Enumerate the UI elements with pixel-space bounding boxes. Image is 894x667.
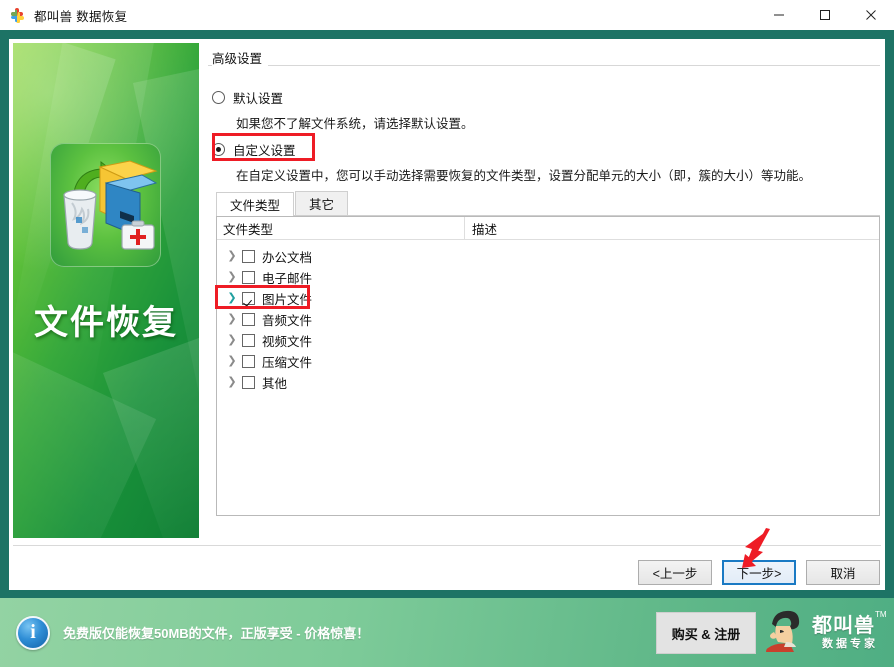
list-header: 文件类型 描述: [217, 216, 879, 240]
row-checkbox[interactable]: [242, 355, 255, 368]
row-label: 压缩文件: [262, 356, 313, 370]
row-checkbox[interactable]: [242, 334, 255, 347]
maximize-button[interactable]: [802, 0, 848, 30]
radio-indicator-default[interactable]: [212, 91, 225, 104]
row-label: 视频文件: [262, 335, 313, 349]
column-header-file-type[interactable]: 文件类型: [217, 219, 464, 238]
list-item[interactable]: ❯ 视频文件: [217, 330, 879, 351]
hint-default-settings: 如果您不了解文件系统，请选择默认设置。: [236, 117, 474, 131]
hint-custom-settings: 在自定义设置中，您可以手动选择需要恢复的文件类型，设置分配单元的大小（即，簇的大…: [236, 169, 812, 183]
advanced-settings-label: 高级设置: [212, 48, 269, 67]
list-item[interactable]: ❯ 音频文件: [217, 309, 879, 330]
row-label: 图片文件: [262, 293, 313, 307]
promo-message: 免费版仅能恢复50MB的文件，正版享受 - 价格惊喜！: [63, 626, 370, 641]
chevron-right-icon[interactable]: ❯: [225, 293, 239, 304]
tab-file-type[interactable]: 文件类型: [216, 192, 295, 216]
red-arrow-annotation: [712, 528, 782, 575]
radio-label-default: 默认设置: [233, 92, 284, 106]
tab-other-label: 其它: [309, 198, 335, 212]
row-checkbox[interactable]: [242, 271, 255, 284]
row-checkbox[interactable]: [242, 292, 255, 305]
minimize-button[interactable]: [756, 0, 802, 30]
buy-register-button[interactable]: 购买 & 注册: [656, 612, 756, 654]
left-branding-panel: 文件恢复: [13, 43, 199, 538]
close-button[interactable]: [848, 0, 894, 30]
chevron-right-icon[interactable]: ❯: [225, 272, 239, 283]
group-divider: [208, 65, 880, 66]
chevron-right-icon[interactable]: ❯: [225, 377, 239, 388]
row-checkbox[interactable]: [242, 313, 255, 326]
logo-trademark: TM: [875, 610, 887, 619]
column-header-description[interactable]: 描述: [465, 219, 497, 238]
radio-default-settings[interactable]: 默认设置: [212, 88, 283, 107]
app-puzzle-icon: [10, 7, 26, 23]
cancel-button[interactable]: 取消: [806, 560, 880, 585]
row-checkbox[interactable]: [242, 376, 255, 389]
logo-subtitle: 数据专家: [822, 637, 878, 650]
title-bar: 都叫兽 数据恢复: [0, 0, 894, 30]
chevron-right-icon[interactable]: ❯: [225, 314, 239, 325]
brand-logo: 都叫兽 TM 数据专家: [762, 608, 887, 658]
row-label: 其他: [262, 377, 288, 391]
list-item-image-files[interactable]: ❯ 图片文件: [215, 285, 879, 309]
tab-other[interactable]: 其它: [295, 191, 349, 215]
info-icon: i: [16, 615, 50, 650]
row-label: 办公文档: [262, 251, 313, 265]
file-type-list[interactable]: 文件类型 描述 ❯ 办公文档 ❯ 电子邮件 ❯ 图片文件 ❯ 音频文件 ❯ 视频…: [215, 216, 880, 516]
list-item[interactable]: ❯ 办公文档: [217, 246, 879, 267]
settings-content: 高级设置 默认设置 如果您不了解文件系统，请选择默认设置。 自定义设置 在自定义…: [208, 48, 880, 538]
chevron-right-icon[interactable]: ❯: [225, 335, 239, 346]
panel-caption: 文件恢复: [34, 303, 178, 343]
row-checkbox[interactable]: [242, 250, 255, 263]
file-recovery-icon: [50, 143, 161, 267]
promo-banner: i 免费版仅能恢复50MB的文件，正版享受 - 价格惊喜！: [0, 598, 894, 667]
window-title: 都叫兽 数据恢复: [34, 9, 128, 24]
list-item[interactable]: ❯ 电子邮件: [217, 267, 879, 288]
radio-label-custom: 自定义设置: [233, 144, 296, 158]
row-label: 音频文件: [262, 314, 313, 328]
logo-name: 都叫兽: [812, 613, 875, 637]
app-window: 都叫兽 数据恢复 文件恢复 高级设置 默认设置 如果您不了解文件系统，请选择默认…: [0, 0, 894, 667]
list-body: ❯ 办公文档 ❯ 电子邮件 ❯ 图片文件 ❯ 音频文件 ❯ 视频文件 ❯ 压缩文…: [215, 240, 879, 393]
radio-custom-settings[interactable]: 自定义设置: [212, 140, 296, 159]
list-item[interactable]: ❯ 压缩文件: [217, 351, 879, 372]
list-item[interactable]: ❯ 其他: [217, 372, 879, 393]
tab-strip: 文件类型 其它: [216, 191, 880, 216]
back-button[interactable]: <上一步: [638, 560, 712, 585]
chevron-right-icon[interactable]: ❯: [225, 251, 239, 262]
tab-file-type-label: 文件类型: [230, 199, 281, 213]
radio-indicator-custom[interactable]: [212, 143, 225, 156]
row-label: 电子邮件: [262, 272, 313, 286]
window-controls: [756, 0, 894, 30]
chevron-right-icon[interactable]: ❯: [225, 356, 239, 367]
